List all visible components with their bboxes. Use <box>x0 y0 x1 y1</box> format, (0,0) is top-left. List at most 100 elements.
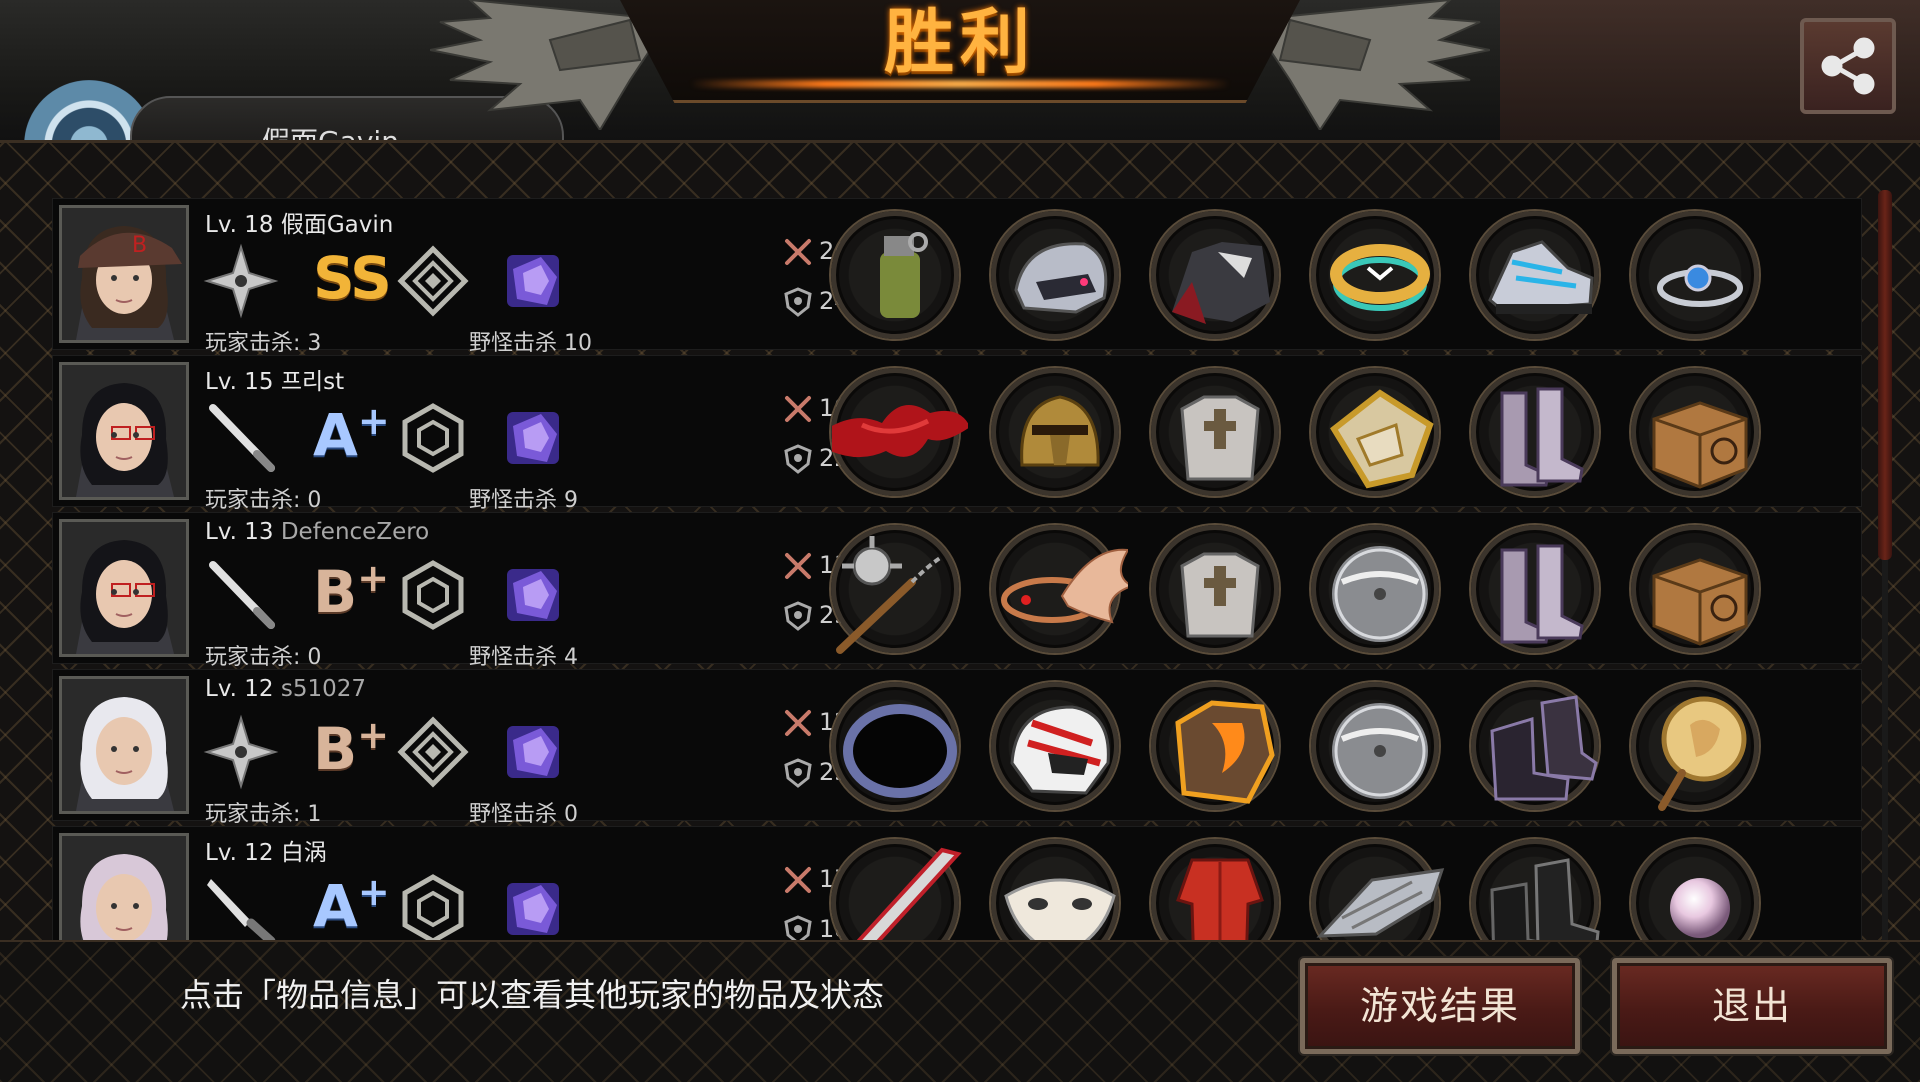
player-row[interactable]: Lv. 13 DefenceZero B+ 玩家击杀: 0 野怪击杀 4 133… <box>52 512 1862 670</box>
item-slot[interactable] <box>991 211 1119 339</box>
item-slot[interactable] <box>831 525 959 654</box>
player-kills: 玩家击杀: 1 <box>205 796 321 828</box>
item-slot[interactable] <box>1471 682 1599 810</box>
monster-kills-value: 4 <box>564 645 579 670</box>
item-slot[interactable] <box>991 682 1119 810</box>
player-portrait[interactable] <box>59 676 189 814</box>
crossed-swords-icon <box>783 865 819 893</box>
item-slot[interactable] <box>1311 682 1439 810</box>
shield-defense-icon <box>783 915 819 940</box>
grade-plus: + <box>357 556 389 600</box>
shield-defense-icon <box>783 601 819 631</box>
player-kills-value: 0 <box>307 645 322 670</box>
player-level-name: Lv. 13 DefenceZero <box>205 519 429 545</box>
player-kills-label: 玩家击杀: <box>205 802 301 827</box>
item-slot[interactable] <box>1631 682 1759 811</box>
gem-icon <box>501 877 565 940</box>
grade-plus: + <box>357 713 389 757</box>
gem-icon <box>501 249 565 313</box>
player-name: s51027 <box>280 676 366 702</box>
item-slot[interactable] <box>831 839 962 940</box>
monster-kills-label: 野怪击杀 <box>469 645 558 670</box>
grade-letter: SS <box>313 244 392 312</box>
player-name: 假面Gavin <box>280 212 394 238</box>
item-slot[interactable] <box>1151 525 1279 653</box>
crossed-swords-icon <box>783 237 819 265</box>
player-kills: 玩家击杀: 3 <box>205 325 321 357</box>
item-slot[interactable] <box>1311 368 1439 496</box>
player-level: Lv. 18 <box>205 212 274 238</box>
item-slot[interactable] <box>1151 368 1279 496</box>
player-level: Lv. 12 <box>205 840 274 866</box>
monster-kills: 野怪击杀 4 <box>469 639 578 671</box>
player-level: Lv. 15 <box>205 369 274 395</box>
player-portrait[interactable] <box>59 362 189 500</box>
item-slot[interactable] <box>1471 211 1599 339</box>
player-level-name: Lv. 12 白涡 <box>205 833 327 867</box>
player-kills-value: 0 <box>307 488 322 513</box>
diamond-emblem-icon <box>393 241 473 321</box>
item-slot[interactable] <box>831 368 968 496</box>
player-portrait[interactable] <box>59 833 189 940</box>
grade-letter: A <box>313 401 358 469</box>
monster-kills: 野怪击杀 0 <box>469 796 578 828</box>
player-portrait[interactable] <box>59 519 189 657</box>
item-slot[interactable] <box>831 682 959 810</box>
player-name: 白涡 <box>280 840 327 866</box>
item-slot[interactable] <box>1311 525 1439 653</box>
crossed-swords-icon <box>783 708 819 736</box>
player-portrait[interactable]: B <box>59 205 189 343</box>
item-slot[interactable] <box>1631 368 1759 496</box>
hint-text: 点击「物品信息」可以查看其他玩家的物品及状态 <box>180 976 885 1014</box>
item-slot[interactable] <box>991 839 1119 940</box>
monster-kills: 野怪击杀 9 <box>469 482 578 514</box>
shield-defense-icon <box>783 444 819 474</box>
item-slot[interactable] <box>1631 839 1759 940</box>
item-slot[interactable] <box>991 525 1128 653</box>
player-kills-label: 玩家击杀: <box>205 645 301 670</box>
grade-letter: B <box>313 558 357 626</box>
item-slot[interactable] <box>1471 368 1599 496</box>
player-kills: 玩家击杀: 0 <box>205 482 321 514</box>
player-kills-value: 1 <box>307 802 322 827</box>
player-kills-value: 3 <box>307 331 322 356</box>
monster-kills-value: 10 <box>564 331 593 356</box>
player-row[interactable]: Lv. 15 프리st A+ 玩家击杀: 0 野怪击杀 9 199 221 <box>52 355 1862 513</box>
game-result-button[interactable]: 游戏结果 <box>1300 958 1580 1054</box>
item-slot[interactable] <box>1311 839 1445 940</box>
gem-icon <box>501 563 565 627</box>
player-row[interactable]: Lv. 12 s51027 B+ 玩家击杀: 1 野怪击杀 0 122 233 <box>52 669 1862 827</box>
item-slot[interactable] <box>1471 525 1599 653</box>
monster-kills-value: 0 <box>564 802 579 827</box>
item-slot[interactable] <box>1151 839 1279 940</box>
grade-letter: B <box>313 715 357 783</box>
item-slot[interactable] <box>831 211 959 339</box>
shield-defense-icon <box>783 287 819 317</box>
grade-plus: + <box>357 399 390 443</box>
item-slot[interactable] <box>1151 211 1279 339</box>
monster-kills-label: 野怪击杀 <box>469 331 558 356</box>
player-row[interactable]: Lv. 12 白涡 A+ 玩家击杀: 野怪击杀 179 181 <box>52 826 1862 940</box>
player-level-name: Lv. 12 s51027 <box>205 676 366 702</box>
bat-icon <box>201 398 281 478</box>
item-slot[interactable] <box>1471 839 1600 940</box>
hexagon-emblem-icon <box>393 398 473 478</box>
exit-button[interactable]: 退出 <box>1612 958 1892 1054</box>
item-slot[interactable] <box>1311 211 1439 339</box>
bat-icon <box>201 555 281 635</box>
item-slot[interactable] <box>1631 525 1759 653</box>
item-slot[interactable] <box>1631 211 1759 339</box>
grade-plus: + <box>357 870 390 914</box>
player-level-name: Lv. 18 假面Gavin <box>205 205 393 239</box>
item-slot[interactable] <box>1151 682 1279 810</box>
player-name: 프리st <box>280 369 345 395</box>
player-row[interactable]: B Lv. 18 假面Gavin SS 玩家击杀: 3 野怪击杀 10 263 … <box>52 198 1862 356</box>
crossed-swords-icon <box>783 551 819 579</box>
grade-letter: A <box>313 872 358 940</box>
gem-icon <box>501 406 565 470</box>
item-slot[interactable] <box>991 368 1119 496</box>
player-kills-label: 玩家击杀: <box>205 331 301 356</box>
hexagon-emblem-icon <box>393 869 473 940</box>
player-kills-label: 玩家击杀: <box>205 488 301 513</box>
monster-kills-label: 野怪击杀 <box>469 488 558 513</box>
